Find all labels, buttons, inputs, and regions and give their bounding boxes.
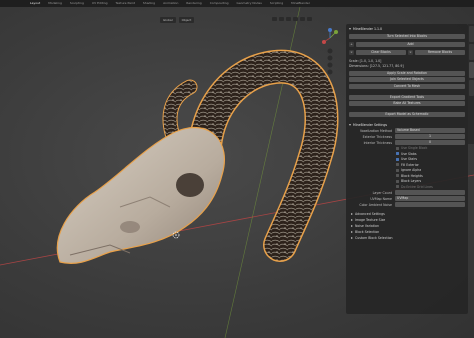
interior-thickness-field[interactable]: 0 [395,140,465,145]
layer-count-field[interactable] [395,190,465,195]
plus-icon[interactable]: + [349,41,354,47]
turn-selected-button[interactable]: Turn Selected Into Blocks [349,33,465,39]
checkbox-icon[interactable] [396,157,399,161]
option-label: Block Layers [401,179,422,184]
sidebar-tab-item[interactable] [468,26,474,42]
sidebar-tab-view[interactable] [468,80,474,96]
settings-title: MineBlender Settings [353,122,388,127]
interior-thickness-label: Interior Thickness [363,140,392,145]
snap-dropdown[interactable]: Object [178,17,195,23]
apply-scale-button[interactable]: Apply Scale and Rotation [349,70,465,76]
sidebar-tab-mineblender[interactable] [468,62,474,78]
color-ambient-label: Color Ambient Noise [359,202,392,207]
clear-blocks-button[interactable]: Clear Blocks [356,49,406,55]
voxel-method-label: Voxelization Method [359,128,392,133]
subpanel-label: Custom Block Selection [355,235,393,240]
add-button[interactable]: Add [356,41,465,47]
option-label: Use Slabs [401,151,417,156]
collapse-arrow-icon [349,123,351,126]
checkbox-icon[interactable] [396,163,399,167]
xray-icon[interactable] [286,17,291,21]
workspace-tab[interactable]: Modeling [48,0,62,7]
export-schematic-button[interactable]: Export Model as Schematic [349,112,465,117]
mineblender-panel: MineBlender 1.1.0 Turn Selected Into Blo… [346,24,468,314]
skull-body [56,126,225,264]
shading-solid-icon[interactable] [293,17,298,21]
expand-arrow-icon [351,230,353,233]
voxel-method-dropdown[interactable]: Volume Based [395,128,465,133]
checkbox-icon[interactable] [396,174,399,178]
workspace-tab[interactable]: Animation [163,0,178,7]
workspace-tab[interactable]: Compositing [210,0,229,7]
options-list: Use Single Block Use Slabs Use Stairs Fill … [349,146,465,190]
panel-header[interactable]: MineBlender 1.1.0 [349,26,465,32]
subpanel-label: Image Texture Size [355,217,386,222]
exterior-thickness-label: Exterior Thickness [362,134,392,139]
subpanel-header[interactable]: Custom Block Selection [349,235,465,241]
workspace-tab[interactable]: Geometry Nodes [237,0,262,7]
subpanel-label: Noise Variation [355,223,379,228]
collapse-arrow-icon [349,28,351,30]
workspace-tab[interactable]: Sculpting [70,0,84,7]
uv-map-label: UVMap Name [370,196,392,201]
workspace-tab[interactable]: Layout [30,0,40,7]
option-label: Block Heights [401,173,423,178]
navigation-gizmo-icon[interactable] [318,26,344,76]
remove-blocks-button[interactable]: Remove Blocks [415,49,465,55]
export-gradient-button[interactable]: Export Gradient Tools [349,94,465,100]
join-objects-button[interactable]: Join Selected Objects [349,77,465,82]
option-label: Do Entire Grid Lines [401,184,433,189]
viewport-header-tools: Global Object [160,17,195,23]
skull-eye-socket [176,173,204,197]
subpanel-label: Advanced Settings [355,211,385,216]
layer-count-label: Layer Count [372,190,392,195]
bake-textures-button[interactable]: Bake All Textures [349,101,465,106]
expand-arrow-icon [351,212,353,215]
expand-arrow-icon [351,218,353,221]
exterior-thickness-field[interactable]: 1 [395,134,465,139]
convert-mesh-button[interactable]: Convert To Mesh [349,83,465,89]
x-icon[interactable]: × [349,49,354,55]
dimensions-info: Dimensions: [127.5, 121.77, 80.9] [349,64,404,68]
sidebar-tab-tool[interactable] [468,44,474,60]
panel-title: MineBlender 1.1.0 [353,27,383,31]
visibility-icon[interactable] [272,17,277,21]
workspace-tab[interactable]: Rendering [186,0,201,7]
overlay-icon[interactable] [279,17,284,21]
expand-arrow-icon [351,236,353,239]
workspace-tab-bar: Layout Modeling Sculpting UV Editing Texture… [0,0,474,7]
option-label: Use Single Block [401,146,428,151]
checkbox-icon[interactable] [396,185,399,189]
workspace-tab[interactable]: Texture Paint [116,0,135,7]
orientation-dropdown[interactable]: Global [160,17,176,23]
sidebar-tabs [468,24,474,144]
workspace-tab[interactable]: Scripting [270,0,283,7]
checkbox-icon[interactable] [396,152,399,156]
subpanel-list: Advanced Settings Image Texture Size Noise… [349,211,465,241]
viewport-shading-buttons [272,17,312,21]
option-label: Fill Exterior [401,162,419,167]
workspace-tab[interactable]: UV Editing [92,0,108,7]
shading-material-icon[interactable] [300,17,305,21]
option-label: Ignore Alpha [401,168,422,173]
checkbox-icon[interactable] [396,146,399,150]
uv-map-field[interactable]: UVMap [395,196,465,201]
shading-rendered-icon[interactable] [307,17,312,21]
x-icon[interactable]: × [408,49,413,55]
workspace-tab[interactable]: Shading [143,0,155,7]
color-ambient-field[interactable] [395,202,465,207]
checkbox-icon[interactable] [396,168,399,172]
subpanel-label: Block Selection [355,229,380,234]
workspace-tab[interactable]: MineBlender [291,0,310,7]
option-label: Use Stairs [401,157,418,162]
expand-arrow-icon [351,224,353,227]
checkbox-icon[interactable] [396,179,399,183]
